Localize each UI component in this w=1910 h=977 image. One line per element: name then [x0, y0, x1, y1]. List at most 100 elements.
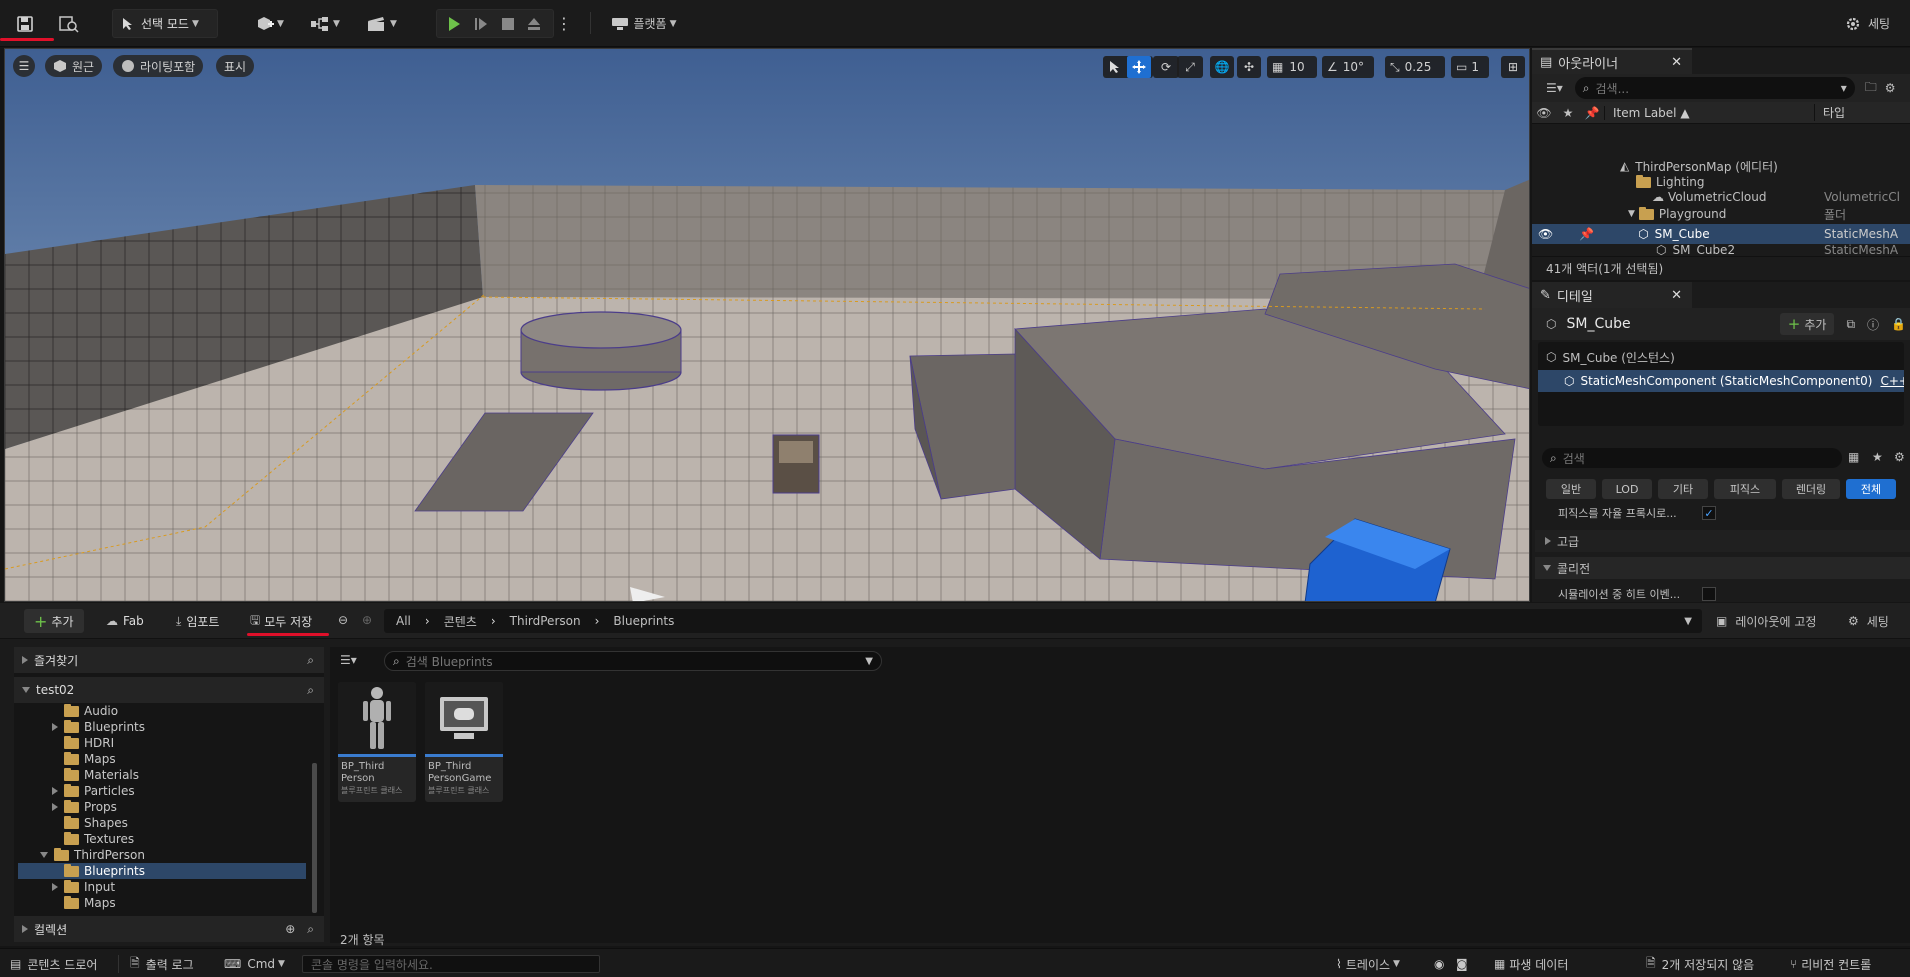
list-item[interactable]: Lighting: [1532, 174, 1910, 190]
filter-misc[interactable]: 기타: [1658, 479, 1708, 499]
tree-folder[interactable]: Props: [52, 799, 117, 815]
outliner-search-input[interactable]: ⌕ 검색... ▾: [1574, 77, 1855, 99]
move-tool-icon[interactable]: [1127, 56, 1151, 78]
pin-column-icon[interactable]: 📌: [1580, 106, 1604, 120]
chevron-down-icon[interactable]: ▼: [1684, 616, 1692, 627]
select-tool-icon[interactable]: [1103, 56, 1127, 78]
forward-icon[interactable]: ⊕: [362, 613, 372, 627]
camera-speed-button[interactable]: ▭ 1: [1451, 56, 1489, 78]
collections-header[interactable]: 컬렉션 ⊕ ⌕: [14, 916, 324, 942]
list-item[interactable]: ◭ ThirdPersonMap (에디터): [1532, 156, 1910, 176]
visibility-column-icon[interactable]: 👁: [1532, 106, 1556, 120]
section-collision[interactable]: 콜리전: [1535, 557, 1910, 579]
breadcrumb-item[interactable]: 콘텐츠: [444, 613, 477, 630]
filter-rendering[interactable]: 렌더링: [1782, 479, 1840, 499]
save-icon[interactable]: [12, 9, 38, 38]
world-local-icon[interactable]: 🌐: [1210, 56, 1234, 78]
gear-icon[interactable]: ⚙: [1894, 450, 1905, 464]
new-folder-icon[interactable]: 🗀: [1865, 78, 1877, 99]
lighting-button[interactable]: 라이팅포함: [113, 55, 204, 77]
tree-folder-selected[interactable]: Blueprints: [18, 863, 306, 879]
console-input[interactable]: 콘솔 명령을 입력하세요.: [302, 955, 600, 973]
component-item[interactable]: ⬡ StaticMeshComponent (StaticMeshCompone…: [1538, 370, 1904, 392]
record-icon[interactable]: ◉: [1434, 955, 1444, 973]
lock-layout-button[interactable]: ▣ 레이아웃에 고정: [1716, 609, 1816, 633]
asset-search-input[interactable]: ⌕ 검색 Blueprints ▼: [384, 651, 882, 671]
filter-icon[interactable]: ☰▾: [1546, 81, 1563, 95]
tree-scrollbar[interactable]: [312, 763, 317, 913]
tab-details[interactable]: ✎ 디테일 ✕: [1532, 282, 1692, 308]
search-icon[interactable]: ⌕: [307, 653, 314, 668]
browse-icon[interactable]: [56, 9, 82, 38]
rotate-tool-icon[interactable]: ⟳: [1153, 56, 1179, 78]
scale-snap-toggle[interactable]: ⤡ 0.25: [1385, 56, 1445, 78]
blueprint-button[interactable]: ▼: [305, 9, 345, 38]
layout-icon[interactable]: ⊞: [1501, 56, 1525, 78]
list-item[interactable]: ☁ VolumetricCloud VolumetricCl: [1532, 190, 1910, 204]
add-collection-icon[interactable]: ⊕: [285, 922, 295, 936]
cpp-link[interactable]: C++C: [1880, 374, 1904, 388]
import-button[interactable]: ⤓ 임포트: [176, 609, 219, 633]
add-actor-button[interactable]: ▼: [250, 9, 290, 38]
tab-outliner[interactable]: ▤ 아웃라이너 ✕: [1532, 48, 1692, 74]
lock-icon[interactable]: 🔒: [1891, 317, 1906, 331]
filter-icon[interactable]: ☰▾: [340, 653, 357, 667]
revision-control-button[interactable]: ⑂ 리비전 컨트롤: [1790, 955, 1871, 973]
tree-folder[interactable]: Input: [52, 879, 115, 895]
breadcrumb-item[interactable]: ThirdPerson: [510, 614, 581, 628]
level-viewport[interactable]: ☰ 원근 라이팅포함 표시 ⟳ ⤢ 🌐 ✣ ▦ 10 ∠ 10° ⤡ 0.25 ▭ 1 …: [4, 48, 1530, 602]
tree-folder[interactable]: Maps: [64, 751, 116, 767]
breadcrumb-item[interactable]: Blueprints: [613, 614, 674, 628]
unsaved-button[interactable]: 🗎 2개 저장되지 않음: [1646, 955, 1754, 973]
grid-snap-toggle[interactable]: ▦ 10: [1267, 56, 1317, 78]
cb-settings-button[interactable]: ⚙ 세팅: [1848, 609, 1889, 633]
more-options-icon[interactable]: ⋮: [556, 9, 572, 38]
list-item[interactable]: ▼ Playground 폴더: [1532, 204, 1910, 224]
tree-folder[interactable]: Maps: [64, 895, 116, 911]
star-icon[interactable]: ★: [1872, 450, 1883, 464]
property-checkbox[interactable]: [1702, 587, 1716, 601]
show-button[interactable]: 표시: [216, 55, 255, 77]
save-all-button[interactable]: 🖫 모두 저장: [250, 609, 312, 633]
search-icon[interactable]: ⌕: [307, 922, 314, 937]
back-icon[interactable]: ⊖: [338, 613, 348, 627]
step-icon[interactable]: [470, 12, 492, 36]
rotation-snap-toggle[interactable]: ∠ 10°: [1322, 56, 1374, 78]
tree-folder[interactable]: Audio: [64, 703, 118, 719]
content-drawer-button[interactable]: ▤ 콘텐츠 드로어: [10, 955, 97, 973]
list-item[interactable]: ⬡ SM_Cube2 StaticMeshA: [1532, 244, 1910, 256]
close-icon[interactable]: ✕: [1671, 288, 1682, 303]
blueprint-icon[interactable]: ⧉: [1846, 317, 1855, 332]
filter-all[interactable]: 전체: [1846, 479, 1896, 499]
tree-folder[interactable]: Blueprints: [52, 719, 145, 735]
project-header[interactable]: test02 ⌕: [14, 677, 324, 703]
details-search-input[interactable]: ⌕ 검색: [1542, 448, 1842, 468]
play-icon[interactable]: [443, 12, 465, 36]
filter-lod[interactable]: LOD: [1602, 479, 1652, 499]
add-component-button[interactable]: + 추가: [1779, 313, 1835, 335]
filter-general[interactable]: 일반: [1546, 479, 1596, 499]
stop-icon[interactable]: [497, 12, 519, 36]
tree-folder[interactable]: ThirdPerson: [40, 847, 145, 863]
visibility-icon[interactable]: 👁: [1538, 227, 1553, 241]
viewport-menu-icon[interactable]: ☰: [13, 55, 35, 77]
derived-data-button[interactable]: ▦ 파생 데이터: [1494, 955, 1568, 973]
platforms-button[interactable]: 플랫폼 ▼: [604, 9, 684, 38]
surface-snap-icon[interactable]: ✣: [1237, 56, 1261, 78]
tree-folder[interactable]: HDRI: [64, 735, 114, 751]
star-column-icon[interactable]: ★: [1556, 106, 1580, 120]
asset-tile[interactable]: BP_Third PersonGame 블루프린트 클래스: [425, 682, 503, 802]
breadcrumb-item[interactable]: All: [396, 614, 411, 628]
output-log-button[interactable]: 🗎 출력 로그: [130, 955, 194, 973]
search-icon[interactable]: ⌕: [307, 683, 314, 698]
mode-selector[interactable]: 선택 모드 ▼: [112, 9, 218, 38]
asset-tile[interactable]: BP_Third Person 블루프린트 클래스: [338, 682, 416, 802]
gear-icon[interactable]: ⚙: [1885, 81, 1896, 95]
list-item-selected[interactable]: 👁 📌 ⬡ SM_Cube StaticMeshA: [1532, 224, 1910, 244]
column-type[interactable]: 타입: [1814, 104, 1845, 121]
column-item-label[interactable]: Item Label ▲: [1604, 105, 1814, 120]
tree-folder[interactable]: Particles: [52, 783, 135, 799]
cinematics-button[interactable]: ▼: [362, 9, 402, 38]
component-instance[interactable]: ⬡ SM_Cube (인스턴스): [1546, 347, 1675, 367]
tree-folder[interactable]: Shapes: [64, 815, 128, 831]
